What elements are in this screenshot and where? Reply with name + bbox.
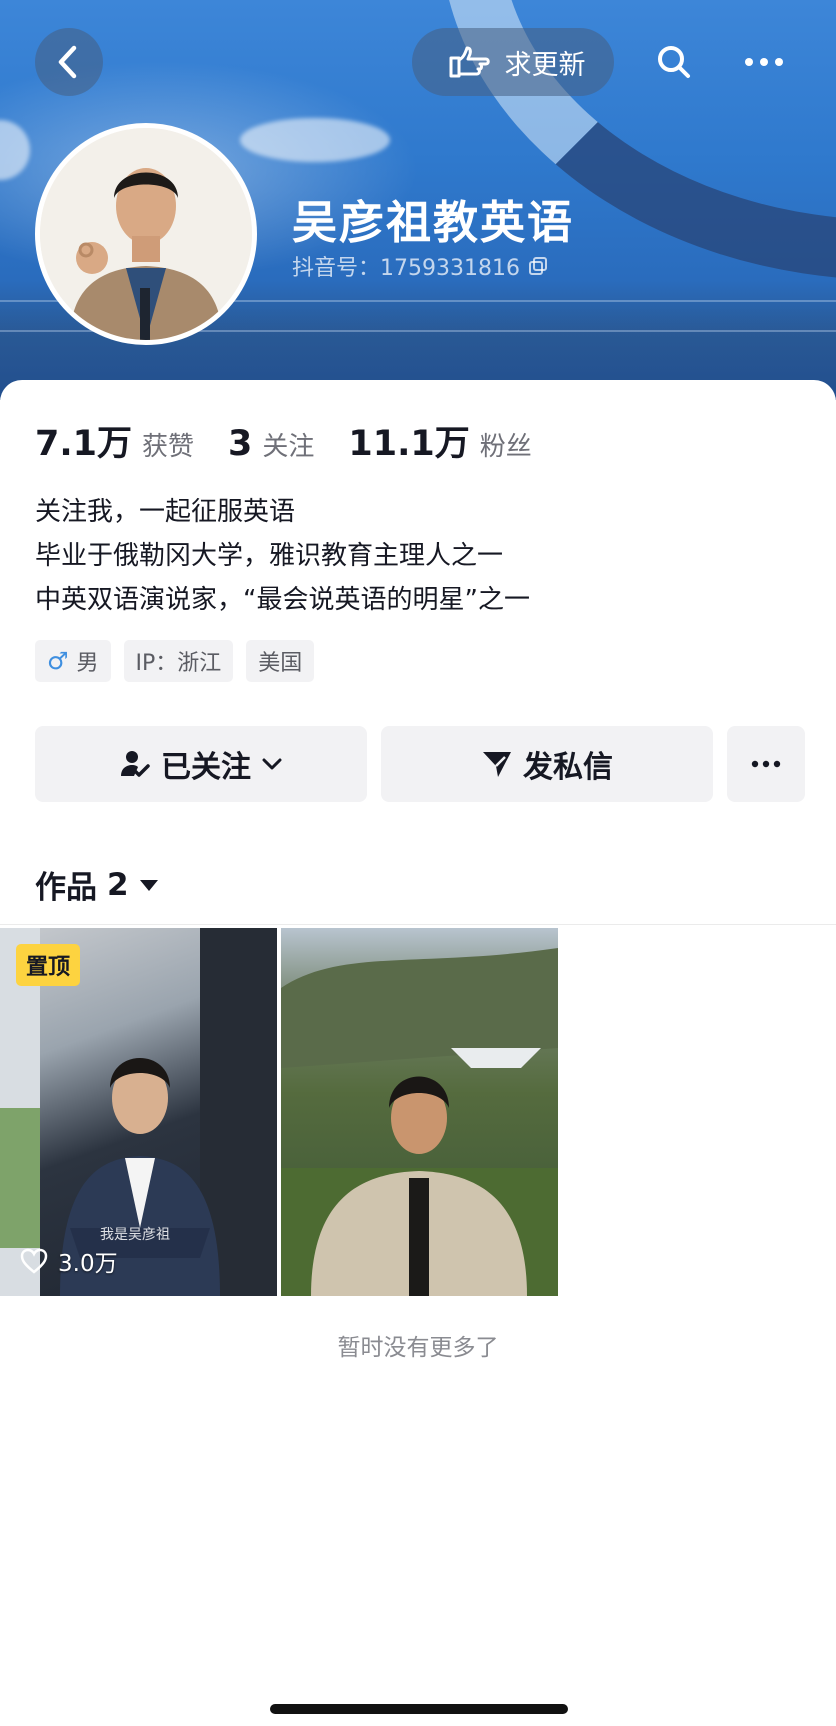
- country-tag: 美国: [246, 640, 315, 682]
- stats-row: 7.1万 获赞 3 关注 11.1万 粉丝: [35, 415, 566, 466]
- more-options-button[interactable]: [726, 28, 802, 96]
- work-thumbnail[interactable]: [281, 928, 558, 1296]
- caret-down-icon: [139, 879, 158, 891]
- user-check-icon: [121, 751, 150, 777]
- search-icon: [658, 46, 690, 78]
- douyin-id[interactable]: 抖音号：1759331816: [292, 250, 548, 282]
- stat-followers[interactable]: 11.1万 粉丝: [348, 415, 531, 466]
- more-dots-icon: [751, 760, 781, 768]
- stat-likes-label: 获赞: [142, 432, 195, 462]
- profile-tags: ♂ 男 IP：浙江 美国: [35, 640, 315, 682]
- works-label: 作品: [35, 870, 97, 906]
- back-button[interactable]: [35, 28, 103, 96]
- send-message-button[interactable]: 发私信: [381, 726, 713, 802]
- home-indicator[interactable]: [270, 1704, 568, 1714]
- ip-location-tag: IP：浙江: [123, 640, 234, 682]
- chevron-left-icon: [58, 45, 77, 79]
- douyin-id-text: 抖音号：1759331816: [292, 256, 520, 281]
- male-icon: ♂: [47, 647, 69, 675]
- stat-following[interactable]: 3 关注: [228, 424, 314, 464]
- work-thumbnail[interactable]: 置顶 我是吴彦祖 3.0万: [0, 928, 277, 1296]
- request-update-button[interactable]: 求更新: [412, 28, 614, 96]
- stat-followers-value: 11.1万: [348, 424, 470, 464]
- stat-following-value: 3: [228, 424, 253, 464]
- request-update-label: 求更新: [504, 49, 586, 81]
- pinned-badge: 置顶: [16, 944, 81, 986]
- more-actions-button[interactable]: [727, 726, 805, 802]
- thumbnail-image: [281, 948, 558, 1296]
- stat-likes[interactable]: 7.1万 获赞: [35, 415, 194, 466]
- like-count-value: 3.0万: [58, 1251, 118, 1277]
- bio: 关注我，一起征服英语 毕业于俄勒冈大学，雅识教育主理人之一 中英双语演说家，“最…: [35, 490, 530, 622]
- works-tab[interactable]: 作品 2: [35, 862, 159, 907]
- action-buttons: 已关注 发私信: [35, 726, 805, 802]
- paper-plane-icon: [483, 752, 511, 777]
- banner-cloud: [240, 118, 390, 162]
- stat-following-label: 关注: [262, 432, 315, 462]
- bio-line: 关注我，一起征服英语: [35, 497, 296, 527]
- works-grid: 置顶 我是吴彦祖 3.0万: [0, 928, 558, 1296]
- pointing-hand-icon: [449, 46, 490, 78]
- avatar[interactable]: [35, 123, 257, 345]
- divider: [0, 924, 836, 925]
- profile-card: 7.1万 获赞 3 关注 11.1万 粉丝 关注我，一起征服英语 毕业于俄勒冈大…: [0, 380, 836, 1726]
- bio-line: 毕业于俄勒冈大学，雅识教育主理人之一: [35, 541, 504, 571]
- heart-icon: [20, 1248, 48, 1274]
- stat-followers-label: 粉丝: [479, 432, 532, 462]
- search-button[interactable]: [636, 28, 712, 96]
- profile-header-banner: 求更新 吴彦祖教英语 抖音号：1759331816: [0, 0, 836, 400]
- works-count: 2: [107, 866, 129, 903]
- gender-tag: ♂ 男: [35, 640, 111, 682]
- video-caption: 我是吴彦祖: [100, 1227, 170, 1243]
- gender-label: 男: [76, 651, 99, 676]
- ip-location-label: IP：浙江: [135, 651, 222, 676]
- more-dots-icon: [745, 58, 783, 66]
- copy-icon[interactable]: [528, 256, 548, 276]
- avatar-portrait: [40, 128, 252, 340]
- followed-label: 已关注: [161, 750, 251, 785]
- stat-likes-value: 7.1万: [35, 424, 133, 464]
- chevron-down-icon: [262, 758, 282, 770]
- like-count: 3.0万: [20, 1244, 118, 1278]
- profile-name: 吴彦祖教英语: [292, 196, 575, 249]
- send-message-label: 发私信: [523, 750, 613, 785]
- bio-line: 中英双语演说家，“最会说英语的明星”之一: [35, 585, 530, 615]
- no-more-text: 暂时没有更多了: [337, 1335, 499, 1361]
- followed-button[interactable]: 已关注: [35, 726, 367, 802]
- country-label: 美国: [258, 651, 303, 676]
